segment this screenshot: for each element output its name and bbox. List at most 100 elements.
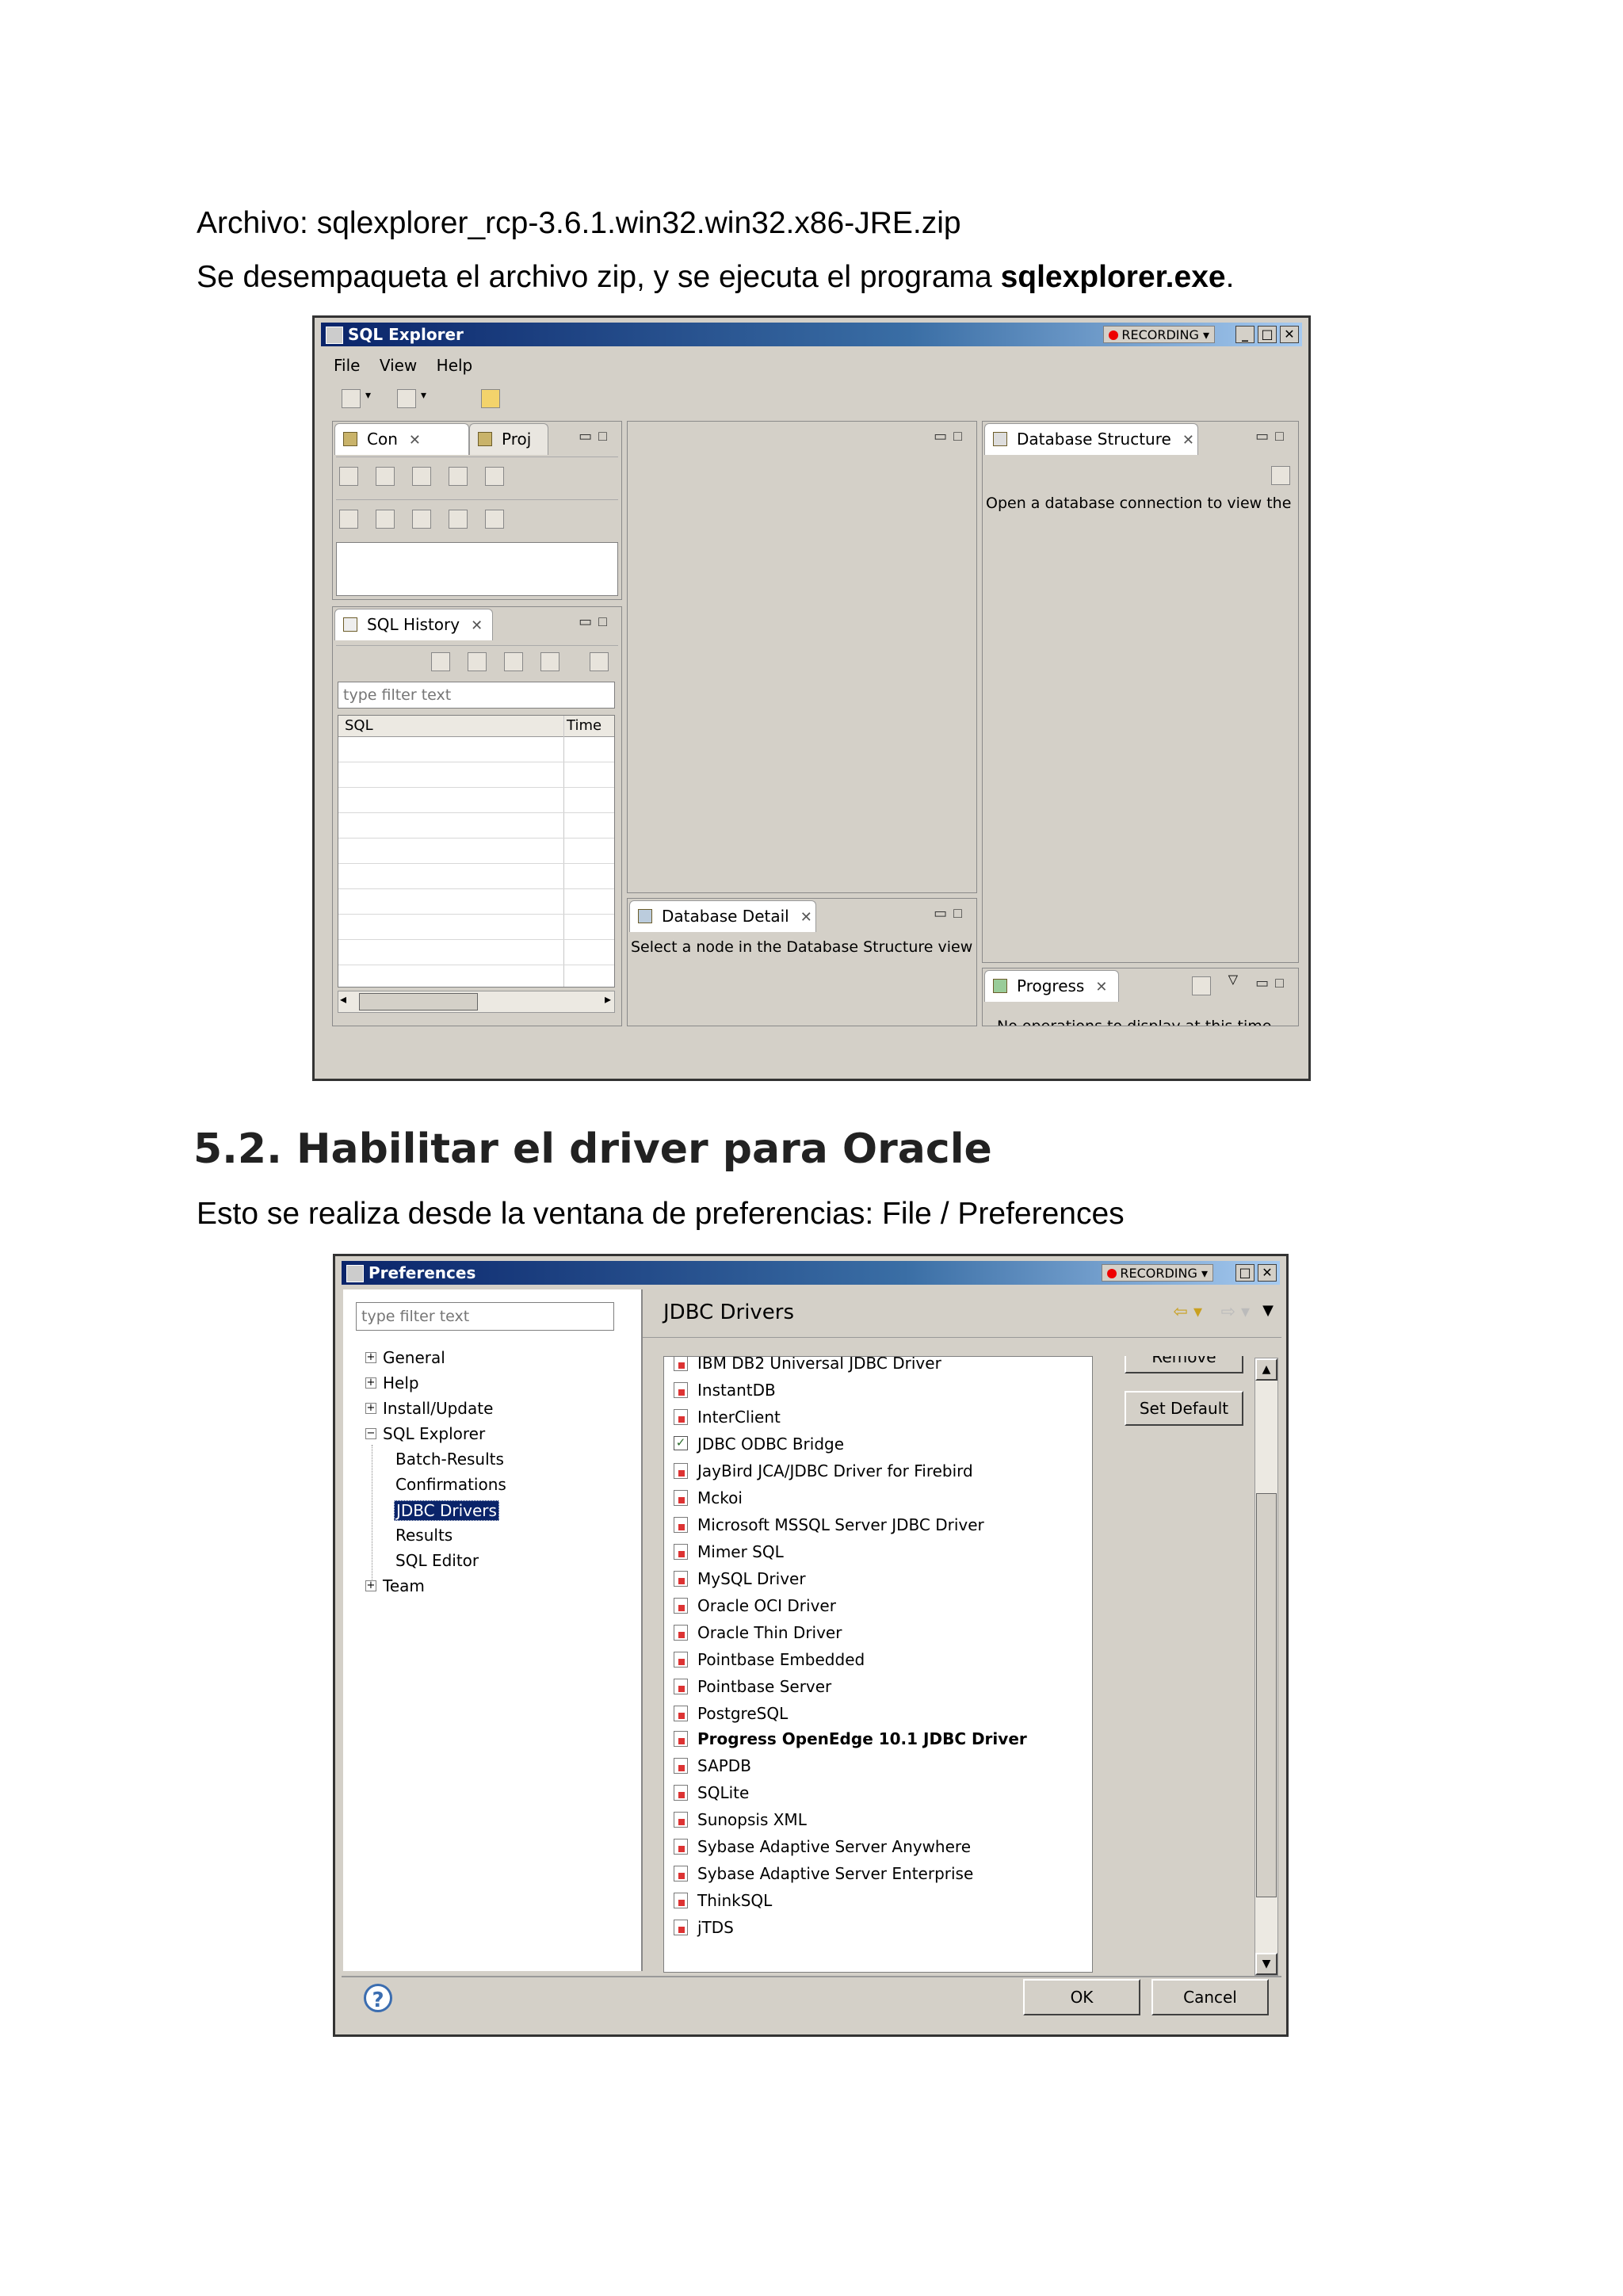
copy-icon[interactable] bbox=[590, 652, 609, 671]
new-sql-editor-icon[interactable] bbox=[376, 467, 395, 486]
expand-icon[interactable]: + bbox=[365, 1352, 376, 1363]
connections-list[interactable] bbox=[336, 542, 618, 596]
maximize-button[interactable]: □ bbox=[1235, 1264, 1254, 1282]
minimize-maximize-icons[interactable]: ▭□ bbox=[1255, 975, 1290, 991]
expand-icon[interactable]: + bbox=[365, 1403, 376, 1414]
scroll-thumb[interactable] bbox=[1256, 1493, 1277, 1897]
vertical-scrollbar[interactable]: ▲ ▼ bbox=[1254, 1358, 1278, 1976]
driver-item[interactable]: MySQL Driver bbox=[674, 1568, 806, 1590]
driver-item[interactable]: InstantDB bbox=[674, 1379, 776, 1401]
driver-item[interactable]: Pointbase Embedded bbox=[674, 1648, 865, 1671]
driver-item[interactable]: Sybase Adaptive Server Enterprise bbox=[674, 1862, 973, 1885]
driver-item[interactable]: Sybase Adaptive Server Anywhere bbox=[674, 1836, 971, 1858]
menu-file[interactable]: File bbox=[334, 356, 360, 375]
driver-item[interactable]: SQLite bbox=[674, 1782, 749, 1804]
tree-item-install-update[interactable]: + Install/Update bbox=[365, 1399, 493, 1418]
tree-item-help[interactable]: + Help bbox=[365, 1373, 419, 1392]
driver-item-default[interactable]: Progress OpenEdge 10.1 JDBC Driver bbox=[674, 1728, 1027, 1750]
view-menu-icon[interactable]: ▼ bbox=[1262, 1302, 1274, 1319]
minimize-maximize-icons[interactable]: ▭□ bbox=[579, 428, 613, 445]
tree-item-general[interactable]: + General bbox=[365, 1348, 445, 1367]
tree-item-jdbc-drivers[interactable]: JDBC Drivers bbox=[394, 1500, 499, 1521]
minimize-maximize-icons[interactable]: ▭□ bbox=[579, 613, 613, 630]
close-connection-icon[interactable] bbox=[412, 510, 431, 529]
driver-item[interactable]: IBM DB2 Universal JDBC Driver bbox=[674, 1357, 941, 1374]
history-filter-input[interactable] bbox=[338, 682, 615, 709]
dropdown-arrow-icon[interactable]: ▾ bbox=[421, 389, 426, 402]
menu-view[interactable]: View bbox=[380, 356, 417, 375]
driver-item[interactable]: Pointbase Server bbox=[674, 1675, 831, 1698]
append-icon[interactable] bbox=[468, 652, 487, 671]
driver-item[interactable]: ThinkSQL bbox=[674, 1889, 772, 1912]
driver-item[interactable]: Sunopsis XML bbox=[674, 1809, 807, 1831]
forward-arrow-icon[interactable]: ⇨ ▾ bbox=[1221, 1302, 1250, 1322]
close-all-icon[interactable] bbox=[449, 467, 468, 486]
rollback-icon[interactable] bbox=[485, 510, 504, 529]
tree-item-batch-results[interactable]: Batch-Results bbox=[395, 1450, 504, 1469]
column-time[interactable]: Time bbox=[567, 717, 601, 734]
ok-button[interactable]: OK bbox=[1023, 1979, 1140, 2015]
tab-progress[interactable]: Progress ✕ bbox=[984, 970, 1119, 1002]
back-arrow-icon[interactable]: ⇦ ▾ bbox=[1174, 1302, 1202, 1322]
tree-item-sql-editor[interactable]: SQL Editor bbox=[395, 1551, 479, 1570]
tab-sql-history[interactable]: SQL History ✕ bbox=[334, 609, 493, 640]
close-icon[interactable]: ✕ bbox=[800, 903, 812, 933]
minimize-maximize-icons[interactable]: ▭□ bbox=[1255, 428, 1290, 445]
close-button[interactable]: ✕ bbox=[1280, 326, 1299, 343]
scroll-up-icon[interactable]: ▲ bbox=[1255, 1358, 1277, 1381]
remove-icon[interactable] bbox=[504, 652, 523, 671]
delete-icon[interactable] bbox=[485, 467, 504, 486]
open-icon[interactable] bbox=[342, 389, 361, 408]
scroll-down-icon[interactable]: ▼ bbox=[1255, 1953, 1277, 1975]
driver-item[interactable]: Mckoi bbox=[674, 1487, 743, 1509]
preferences-filter-input[interactable] bbox=[356, 1302, 614, 1331]
scroll-right-icon[interactable]: ▸ bbox=[605, 991, 611, 1007]
remove-button[interactable]: Remove bbox=[1125, 1356, 1243, 1373]
column-sql[interactable]: SQL bbox=[345, 717, 373, 734]
minimize-button[interactable]: _ bbox=[1235, 326, 1254, 343]
clear-icon[interactable] bbox=[540, 652, 559, 671]
close-button[interactable]: ✕ bbox=[1258, 1264, 1277, 1282]
close-icon[interactable]: ✕ bbox=[1182, 426, 1194, 456]
driver-item[interactable]: Oracle OCI Driver bbox=[674, 1595, 836, 1617]
tree-item-results[interactable]: Results bbox=[395, 1526, 453, 1545]
commit-icon[interactable] bbox=[449, 510, 468, 529]
structure-icon[interactable] bbox=[412, 467, 431, 486]
sql-icon[interactable] bbox=[339, 510, 358, 529]
recording-button[interactable]: RECORDING ▾ bbox=[1102, 1264, 1213, 1282]
driver-item[interactable]: Mimer SQL bbox=[674, 1541, 784, 1563]
minimize-maximize-icons[interactable]: ▭□ bbox=[934, 905, 968, 922]
drivers-list[interactable]: IBM DB2 Universal JDBC Driver InstantDB … bbox=[663, 1356, 1093, 1973]
close-icon[interactable]: ✕ bbox=[471, 611, 483, 641]
tree-item-confirmations[interactable]: Confirmations bbox=[395, 1475, 506, 1494]
driver-item[interactable]: Oracle Thin Driver bbox=[674, 1622, 842, 1644]
expand-icon[interactable]: + bbox=[365, 1580, 376, 1591]
horizontal-scrollbar[interactable]: ◂ ▸ bbox=[338, 991, 615, 1013]
collapse-icon[interactable]: − bbox=[365, 1428, 376, 1439]
open-in-editor-icon[interactable] bbox=[431, 652, 450, 671]
driver-item[interactable]: ✓ JDBC ODBC Bridge bbox=[674, 1433, 844, 1455]
driver-item[interactable]: InterClient bbox=[674, 1406, 781, 1428]
dropdown-arrow-icon[interactable]: ▾ bbox=[365, 389, 371, 402]
close-icon[interactable]: ✕ bbox=[1095, 972, 1107, 1003]
history-table[interactable]: SQL Time bbox=[338, 715, 615, 988]
driver-item[interactable]: Microsoft MSSQL Server JDBC Driver bbox=[674, 1514, 984, 1536]
menu-help[interactable]: Help bbox=[437, 356, 473, 375]
scroll-left-icon[interactable]: ◂ bbox=[340, 991, 346, 1007]
recording-button[interactable]: RECORDING ▾ bbox=[1103, 326, 1215, 343]
view-menu-icon[interactable]: ▽ bbox=[1228, 972, 1238, 987]
save-icon[interactable] bbox=[397, 389, 416, 408]
set-default-button[interactable]: Set Default bbox=[1125, 1391, 1243, 1426]
driver-item[interactable]: JayBird JCA/JDBC Driver for Firebird bbox=[674, 1460, 973, 1482]
tab-connections[interactable]: Con ✕ bbox=[334, 423, 469, 455]
expand-icon[interactable]: + bbox=[365, 1377, 376, 1389]
new-connection-icon[interactable] bbox=[481, 389, 500, 408]
help-icon[interactable]: ? bbox=[364, 1984, 392, 2012]
minimize-maximize-icons[interactable]: ▭□ bbox=[934, 428, 968, 445]
driver-item[interactable]: SAPDB bbox=[674, 1755, 751, 1777]
tab-database-detail[interactable]: Database Detail ✕ bbox=[629, 900, 816, 932]
scroll-thumb[interactable] bbox=[359, 993, 478, 1010]
new-connection-icon[interactable] bbox=[339, 467, 358, 486]
filter-icon[interactable] bbox=[1271, 466, 1290, 485]
disconnect-icon[interactable] bbox=[376, 510, 395, 529]
